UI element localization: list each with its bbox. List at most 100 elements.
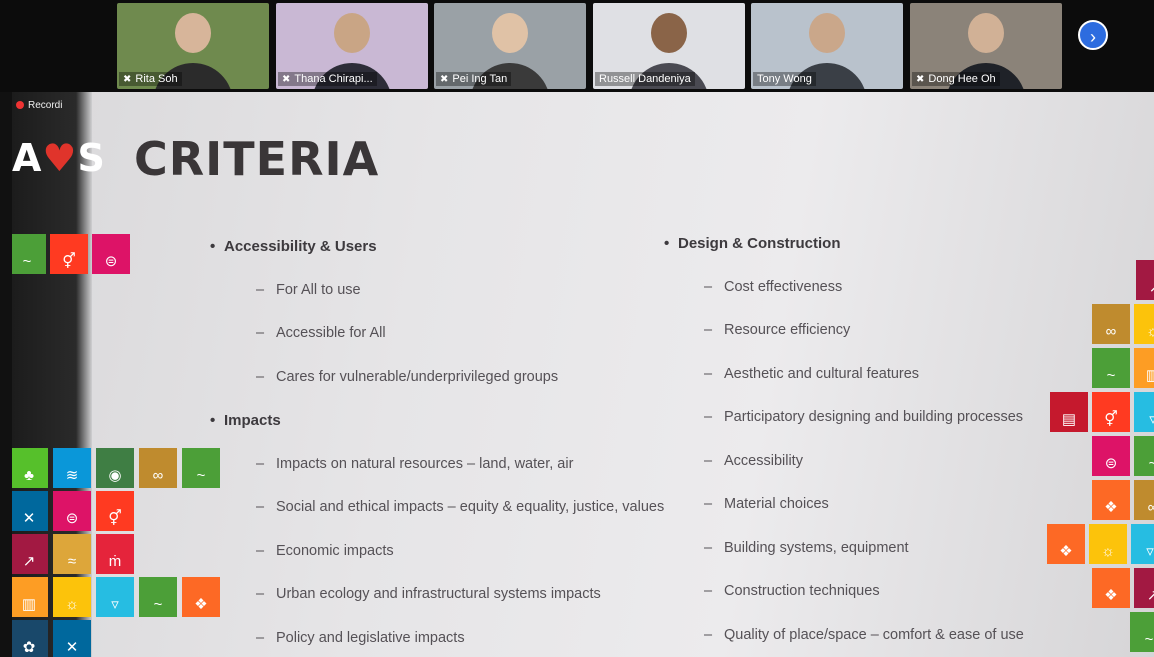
sdg-goal-9-icon: ❖ bbox=[1092, 480, 1130, 520]
chevron-right-icon: › bbox=[1090, 27, 1096, 47]
slide-title: CRITERIA bbox=[134, 132, 380, 186]
bullet-heading: • Design & Construction bbox=[664, 235, 841, 252]
participant-tile[interactable]: Russell Dandeniya bbox=[593, 3, 745, 89]
bullet-heading: • Impacts bbox=[210, 412, 281, 429]
sdg-goal-6-icon: ▿ bbox=[1131, 524, 1154, 564]
dash-icon: – bbox=[704, 409, 713, 425]
mic-muted-icon: ✖ bbox=[123, 74, 132, 85]
bullet-subitem: – Participatory designing and building pr… bbox=[704, 409, 1024, 425]
bullet-subitem: – Quality of place/space – comfort & ease… bbox=[704, 626, 1024, 643]
sdg-goal-10-icon: ⊜ bbox=[53, 491, 91, 531]
bullet-subitem: – Accessible for All bbox=[256, 325, 386, 341]
participant-name: ✖ Thana Chirapi... bbox=[278, 72, 377, 86]
dash-icon: – bbox=[256, 455, 265, 472]
dash-icon: – bbox=[256, 586, 265, 602]
sdg-goal-8-icon: ↗ bbox=[12, 534, 48, 574]
bullet-subitem: – For All to use bbox=[256, 281, 361, 298]
dash-icon: – bbox=[704, 322, 713, 338]
participant-video bbox=[651, 13, 687, 53]
sdg-goal-14-icon: ≋ bbox=[53, 448, 91, 488]
sdg-goal-7-icon: ☼ bbox=[1089, 524, 1127, 564]
sdg-goal-10-icon: ⊜ bbox=[1092, 436, 1130, 476]
sdg-goal-3-icon: ~ bbox=[1092, 348, 1130, 388]
brand-logo: A♥S bbox=[12, 136, 106, 180]
sdg-goal-1-icon: ṁ bbox=[96, 534, 134, 574]
mic-muted-icon: ✖ bbox=[916, 74, 925, 85]
participant-name: ✖ Rita Soh bbox=[119, 72, 182, 86]
participant-name: ✖ Dong Hee Oh bbox=[912, 72, 1000, 86]
mic-muted-icon: ✖ bbox=[282, 74, 291, 85]
bullet-subitem: – Resource efficiency bbox=[704, 322, 851, 338]
sdg-goal-16-icon: ✕ bbox=[12, 491, 48, 531]
participant-video bbox=[492, 13, 528, 53]
bullet-icon: • bbox=[210, 238, 216, 255]
bullet-icon: • bbox=[664, 235, 670, 252]
sdg-goal-3-icon: ~ bbox=[1134, 436, 1154, 476]
recording-indicator: Recordi bbox=[16, 100, 62, 111]
bullet-subitem: – Urban ecology and infrastructural syste… bbox=[256, 586, 601, 602]
sdg-goal-9-icon: ❖ bbox=[1047, 524, 1085, 564]
sdg-goal-12-icon: ∞ bbox=[1092, 304, 1130, 344]
bullet-subitem: – Material choices bbox=[704, 496, 829, 512]
dash-icon: – bbox=[704, 583, 713, 599]
participant-video bbox=[334, 13, 370, 53]
bullet-subitem: – Cares for vulnerable/underprivileged gr… bbox=[256, 368, 559, 385]
sdg-goal-4-icon: ▤ bbox=[1050, 392, 1088, 432]
participant-name: Russell Dandeniya bbox=[595, 72, 695, 86]
participant-video bbox=[968, 13, 1004, 53]
dash-icon: – bbox=[256, 281, 265, 298]
participant-video bbox=[175, 13, 211, 53]
sdg-goal-5-icon: ⚥ bbox=[50, 234, 88, 274]
participant-tile[interactable]: ✖ Thana Chirapi... bbox=[276, 3, 428, 89]
bullet-subitem: – Impacts on natural resources – land, wa… bbox=[256, 455, 574, 472]
participant-tile[interactable]: ✖ Rita Soh bbox=[117, 3, 269, 89]
bullet-subitem: – Policy and legislative impacts bbox=[256, 629, 465, 646]
next-page-button[interactable]: › bbox=[1078, 20, 1108, 50]
sdg-goal-5-icon: ⚥ bbox=[1092, 392, 1130, 432]
sdg-goal-13-icon: ◉ bbox=[96, 448, 134, 488]
sdg-goal-2-icon: ≈ bbox=[53, 534, 91, 574]
bullet-subitem: – Accessibility bbox=[704, 452, 803, 469]
mic-muted-icon: ✖ bbox=[440, 74, 449, 85]
dash-icon: – bbox=[256, 542, 265, 559]
bullet-heading: • Accessibility & Users bbox=[210, 238, 377, 255]
dash-icon: – bbox=[256, 629, 265, 646]
bullet-subitem: – Aesthetic and cultural features bbox=[704, 365, 920, 382]
sdg-goal-8-icon: ↗ bbox=[1136, 260, 1154, 300]
dash-icon: – bbox=[704, 539, 713, 556]
recording-dot-icon bbox=[16, 101, 24, 110]
shared-screen: Recordi A♥S CRITERIA • Accessibility & Us… bbox=[12, 92, 1154, 657]
bullet-subitem: – Building systems, equipment bbox=[704, 539, 909, 556]
sdg-goal-17-icon: ✿ bbox=[12, 620, 48, 657]
sdg-goal-16-icon: ✕ bbox=[53, 620, 91, 657]
bullet-subitem: – Construction techniques bbox=[704, 583, 880, 599]
sdg-goal-12-icon: ∞ bbox=[1134, 480, 1154, 520]
sdg-goal-6-icon: ▿ bbox=[1134, 392, 1154, 432]
participant-tile[interactable]: ✖ Dong Hee Oh bbox=[910, 3, 1062, 89]
participant-video bbox=[809, 13, 845, 53]
sdg-goal-9-icon: ❖ bbox=[182, 577, 220, 617]
bullet-subitem: – Economic impacts bbox=[256, 542, 394, 559]
dash-icon: – bbox=[704, 452, 713, 469]
sdg-goal-10-icon: ⊜ bbox=[92, 234, 130, 274]
participant-tile[interactable]: Tony Wong bbox=[751, 3, 903, 89]
dash-icon: – bbox=[704, 278, 713, 295]
dash-icon: – bbox=[256, 368, 265, 385]
participant-tile[interactable]: ✖ Pei Ing Tan bbox=[434, 3, 586, 89]
sdg-goal-12-icon: ∞ bbox=[139, 448, 177, 488]
dash-icon: – bbox=[704, 365, 713, 382]
sdg-goal-7-icon: ☼ bbox=[53, 577, 91, 617]
sdg-goal-7-icon: ☼ bbox=[1134, 304, 1154, 344]
bullet-subitem: – Cost effectiveness bbox=[704, 278, 843, 295]
sdg-goal-3-icon: ~ bbox=[139, 577, 177, 617]
dash-icon: – bbox=[256, 499, 265, 515]
bullet-icon: • bbox=[210, 412, 216, 429]
sdg-goal-6-icon: ▿ bbox=[96, 577, 134, 617]
dash-icon: – bbox=[256, 325, 265, 341]
heart-icon: ♥ bbox=[42, 136, 78, 180]
sdg-goal-8-icon: ↗ bbox=[1134, 568, 1154, 608]
dash-icon: – bbox=[704, 626, 713, 643]
participant-name: Tony Wong bbox=[753, 72, 816, 86]
sdg-goal-11-icon: ▥ bbox=[12, 577, 48, 617]
sdg-goal-3-icon: ~ bbox=[182, 448, 220, 488]
